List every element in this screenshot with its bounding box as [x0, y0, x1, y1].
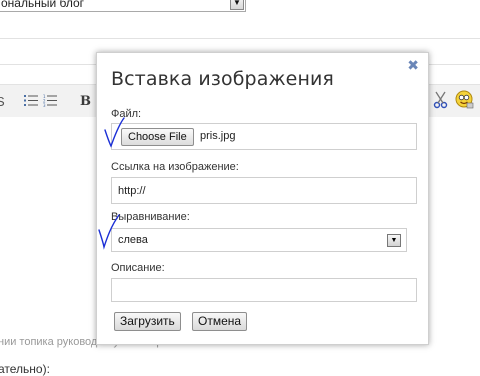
svg-text:3: 3 [43, 103, 46, 107]
smiley-icon[interactable] [455, 90, 475, 110]
insert-image-dialog: Вставка изображения ✖ Файл: Choose File … [96, 52, 429, 345]
divider [0, 38, 480, 39]
file-field: Choose File pris.jpg [111, 123, 417, 150]
description-label: Описание: [111, 262, 165, 274]
file-label: Файл: [111, 108, 142, 120]
selected-filename: pris.jpg [200, 130, 236, 142]
chevron-down-icon: ▼ [230, 0, 244, 10]
scissors-icon[interactable] [433, 91, 449, 109]
alignment-value: слева [118, 234, 148, 246]
dialog-title: Вставка изображения [111, 68, 334, 90]
description-input[interactable] [111, 278, 417, 302]
blog-select[interactable]: ональный блог ▼ [0, 0, 246, 12]
chevron-down-icon: ▼ [387, 234, 401, 247]
alignment-select[interactable]: слева ▼ [111, 228, 407, 252]
choose-file-button[interactable]: Choose File [121, 128, 194, 146]
blog-select-value: ональный блог [1, 0, 85, 10]
image-link-value: http:// [118, 185, 146, 197]
bold-button[interactable]: B [80, 94, 91, 109]
image-link-input[interactable]: http:// [111, 177, 417, 204]
upload-button[interactable]: Загрузить [114, 312, 181, 331]
field-hint: ательно): [0, 362, 50, 376]
numbered-list-icon[interactable]: 1 2 3 [43, 94, 57, 107]
image-link-label: Ссылка на изображение: [111, 161, 239, 173]
alignment-label: Выравнивание: [111, 211, 190, 223]
strikethrough-icon[interactable]: S [0, 94, 5, 109]
close-icon[interactable]: ✖ [407, 57, 419, 74]
bulleted-list-icon[interactable] [24, 94, 38, 107]
cancel-button[interactable]: Отмена [192, 312, 248, 331]
